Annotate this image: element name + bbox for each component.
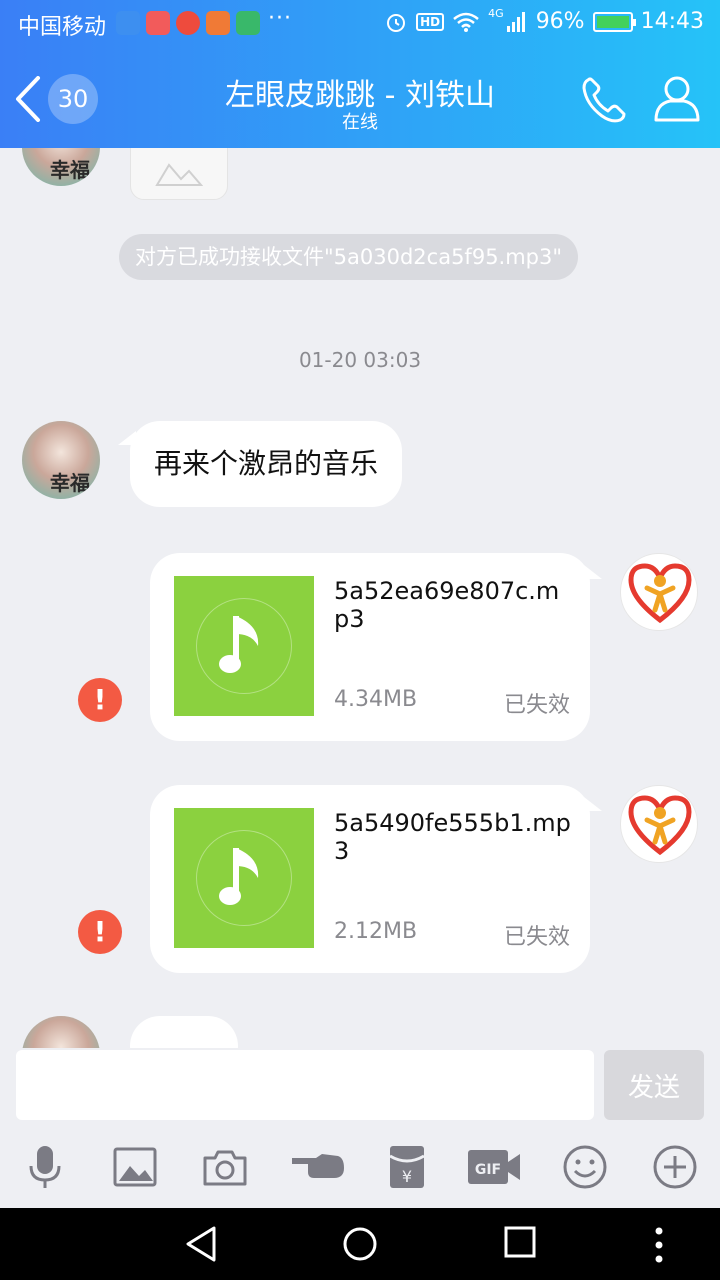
nav-recents-icon[interactable] [504,1226,536,1258]
contact-avatar[interactable]: 幸福 [22,421,100,499]
phone-call-icon[interactable] [580,74,632,124]
wifi-icon [453,12,479,32]
music-note-icon [219,848,259,905]
battery-percent: 96% [535,9,585,34]
file-size: 4.34MB [334,687,418,712]
unread-count-badge[interactable]: 30 [48,74,98,124]
status-bar: 中国移动 ··· HD 4G 96% 14:43 [0,0,720,48]
video-notification-icon [176,11,200,35]
poke-hand-icon[interactable] [290,1144,346,1190]
signal-icon [506,11,525,32]
nav-home-icon[interactable] [342,1226,378,1262]
my-avatar[interactable] [620,553,698,631]
battery-icon [592,11,636,32]
svg-text:¥: ¥ [402,1167,412,1186]
hd-icon: HD [416,12,445,31]
app-notification-icon [116,11,140,35]
file-name: 5a5490fe555b1.mp3 [334,809,571,865]
video-app-notification-icon [236,11,260,35]
emoji-icon[interactable] [562,1144,608,1190]
system-notice: 对方已成功接收文件"5a030d2ca5f95.mp3" [119,234,579,280]
carrier-name: 中国移动 [18,15,107,40]
file-status: 已失效 [503,925,570,950]
contact-avatar[interactable]: 幸福 [22,148,100,186]
contact-avatar[interactable] [22,1016,100,1048]
network-type: 4G [488,7,504,20]
red-packet-icon[interactable]: ¥ [384,1144,430,1190]
avatar-caption: 幸福 [50,471,90,495]
system-navigation-bar [0,1208,720,1280]
send-button[interactable]: 发送 [604,1050,704,1120]
app-header: 中国移动 ··· HD 4G 96% 14:43 30 左眼皮跳跳 - 刘铁山 … [0,0,720,148]
heart-logo-icon [628,795,692,856]
app-notification-icon [146,11,170,35]
incoming-message-bubble[interactable] [130,1016,238,1048]
file-size: 2.12MB [334,919,418,944]
nav-menu-icon[interactable] [652,1226,666,1264]
file-status: 已失效 [503,693,570,718]
camera-icon[interactable] [202,1144,248,1190]
input-bar: 发送 ¥ GIF [0,1048,720,1208]
microphone-icon[interactable] [22,1144,68,1190]
send-failed-icon[interactable]: ! [78,910,122,954]
file-message[interactable]: 5a52ea69e807c.mp3 4.34MB 已失效 [150,553,602,741]
nav-back-icon[interactable] [184,1226,218,1262]
online-status: 在线 [342,112,378,133]
file-message[interactable]: 5a5490fe555b1.mp3 2.12MB 已失效 [150,785,602,973]
message-input[interactable] [16,1050,594,1120]
message-list[interactable]: 幸福 对方已成功接收文件"5a030d2ca5f95.mp3" 01-20 03… [0,148,720,1048]
message-timestamp: 01-20 03:03 [298,348,422,372]
music-file-thumbnail [174,576,314,716]
svg-text:GIF: GIF [475,1162,501,1178]
heart-logo-icon [628,563,692,624]
profile-icon[interactable] [652,72,702,124]
notification-icons [116,11,260,35]
toolbar: ¥ GIF [0,1144,720,1194]
plus-icon[interactable] [652,1144,698,1190]
avatar-caption: 幸福 [50,158,90,182]
gif-icon[interactable]: GIF [466,1144,522,1190]
alarm-icon [387,13,406,32]
music-note-icon [219,616,259,673]
image-message-placeholder[interactable] [130,148,228,200]
my-avatar[interactable] [620,785,698,863]
play-notification-icon [206,11,230,35]
send-failed-icon[interactable]: ! [78,678,122,722]
image-icon [155,163,203,186]
music-file-thumbnail [174,808,314,948]
more-notifications-icon: ··· [268,6,292,31]
file-name: 5a52ea69e807c.mp3 [334,577,560,633]
incoming-message-bubble[interactable]: 再来个激昂的音乐 [117,421,403,507]
back-arrow-icon[interactable] [14,76,42,122]
clock: 14:43 [640,9,704,34]
image-icon[interactable] [112,1144,158,1190]
